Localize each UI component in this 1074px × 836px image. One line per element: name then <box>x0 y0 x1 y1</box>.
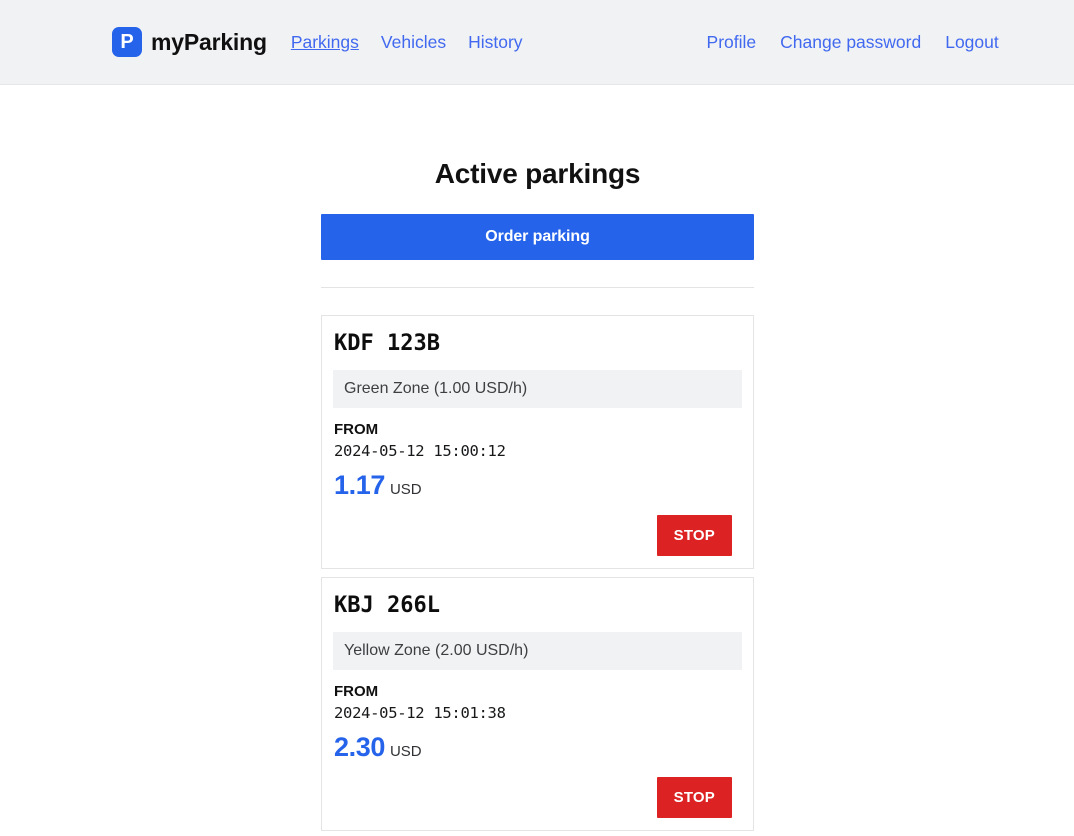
license-plate: KBJ 266L <box>334 593 440 618</box>
brand-name: myParking <box>151 28 267 55</box>
parking-logo-icon: P <box>112 27 142 57</box>
zone-label: Green Zone (1.00 USD/h) <box>333 370 742 408</box>
primary-nav: Parkings Vehicles History <box>291 32 523 53</box>
from-label: FROM <box>334 683 379 700</box>
stop-parking-button[interactable]: STOP <box>656 777 732 818</box>
nav-link-profile[interactable]: Profile <box>707 32 757 53</box>
brand-home-link[interactable]: P myParking <box>112 27 267 57</box>
from-label: FROM <box>334 421 379 438</box>
amount-currency: USD <box>389 743 422 760</box>
zone-label: Yellow Zone (2.00 USD/h) <box>333 632 742 670</box>
amount-row: 1.17 USD <box>333 472 742 499</box>
top-navigation-bar: P myParking Parkings Vehicles History Pr… <box>0 0 1074 85</box>
page-body: Active parkings Order parking KDF 123B G… <box>0 85 1074 831</box>
section-divider <box>321 287 754 288</box>
amount-value: 2.30 <box>334 732 385 762</box>
parking-card: KDF 123B Green Zone (1.00 USD/h) FROM 20… <box>321 315 754 569</box>
from-timestamp: 2024-05-12 15:00:12 <box>334 442 506 460</box>
page-title: Active parkings <box>434 158 641 189</box>
nav-link-parkings[interactable]: Parkings <box>291 32 359 53</box>
stop-parking-button[interactable]: STOP <box>656 515 732 556</box>
nav-link-logout[interactable]: Logout <box>945 32 999 53</box>
nav-link-change-password[interactable]: Change password <box>780 32 921 53</box>
active-parkings-list: KDF 123B Green Zone (1.00 USD/h) FROM 20… <box>321 315 754 831</box>
nav-link-history[interactable]: History <box>468 32 522 53</box>
parking-card: KBJ 266L Yellow Zone (2.00 USD/h) FROM 2… <box>321 577 754 831</box>
license-plate: KDF 123B <box>334 331 440 356</box>
card-actions: STOP <box>333 515 742 556</box>
amount-currency: USD <box>389 481 422 498</box>
nav-link-vehicles[interactable]: Vehicles <box>381 32 446 53</box>
amount-row: 2.30 USD <box>333 734 742 761</box>
account-nav: Profile Change password Logout <box>707 32 999 53</box>
from-timestamp: 2024-05-12 15:01:38 <box>334 704 506 722</box>
content-container: Active parkings Order parking KDF 123B G… <box>321 85 754 831</box>
order-parking-button[interactable]: Order parking <box>321 214 754 260</box>
card-actions: STOP <box>333 777 742 818</box>
amount-value: 1.17 <box>334 470 385 500</box>
